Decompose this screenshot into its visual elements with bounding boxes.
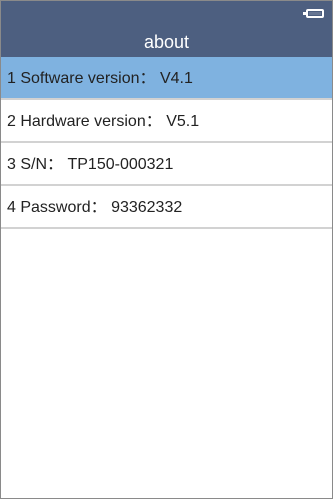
battery-fill [309, 12, 321, 15]
device-screen: about 1 Software version： V4.1 2 Hardwar… [0, 0, 333, 499]
list-item-serial-number[interactable]: 3 S/N： TP150-000321 [1, 143, 332, 186]
list-item-password[interactable]: 4 Password： 93362332 [1, 186, 332, 229]
serial-number-label: 3 S/N： [7, 156, 64, 173]
list-item-software-version[interactable]: 1 Software version： V4.1 [1, 57, 332, 100]
password-value: 93362332 [111, 199, 183, 216]
software-version-value: V4.1 [159, 70, 193, 87]
hardware-version-label: 2 Hardware version： [7, 113, 162, 130]
about-list: 1 Software version： V4.1 2 Hardware vers… [1, 57, 332, 229]
title-bar: about [1, 1, 332, 57]
hardware-version-value: V5.1 [166, 113, 200, 130]
password-label: 4 Password： [7, 199, 107, 216]
battery-icon [303, 9, 324, 18]
software-version-label: 1 Software version： [7, 70, 156, 87]
serial-number-value: TP150-000321 [67, 156, 174, 173]
list-item-hardware-version[interactable]: 2 Hardware version： V5.1 [1, 100, 332, 143]
page-title: about [143, 32, 190, 52]
